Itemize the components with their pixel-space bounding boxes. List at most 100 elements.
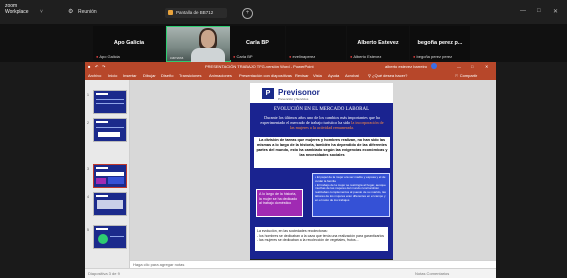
participant-tile[interactable]: begoña perez p... ● begoña perez perez xyxy=(410,26,470,60)
participant-name: Carla BP xyxy=(246,40,269,46)
thumb-text xyxy=(96,127,124,128)
minimize-icon[interactable]: — xyxy=(520,8,526,14)
slide-number: 5 xyxy=(87,228,89,232)
thumb-text xyxy=(96,99,124,100)
participant-label-text: Carla BP xyxy=(236,54,253,59)
mic-muted-icon: ● xyxy=(413,54,416,59)
participant-name: Apo Galicia xyxy=(113,40,145,46)
ribbon-tabs: Archivo Inicio Insertar Dibujar Diseño T… xyxy=(85,71,496,80)
current-slide[interactable]: P Previsonor Prevención y Servicios EVOL… xyxy=(250,83,393,267)
thumb-box xyxy=(96,172,124,176)
close-icon[interactable]: ✕ xyxy=(553,8,558,15)
participant-name: Alberto Estevez xyxy=(357,40,399,46)
thumb-box xyxy=(108,177,124,184)
evolution-line: - las mujeres se dedicaban a la recolecc… xyxy=(257,238,359,243)
tab-vista[interactable]: Vista xyxy=(313,73,322,78)
tab-ayuda[interactable]: Ayuda xyxy=(328,73,339,78)
previsonor-logo-icon: P xyxy=(262,88,274,99)
thumb-box xyxy=(98,132,120,137)
participant-label: ● evelinaperez xyxy=(289,54,315,59)
meeting-label[interactable]: Reunión xyxy=(78,9,97,15)
thumb-title xyxy=(96,121,108,123)
zoom-logo[interactable]: zoom Workplace xyxy=(5,3,29,15)
tab-dibujar[interactable]: Dibujar xyxy=(143,73,156,78)
participant-label-text: Alberto Estevez xyxy=(353,54,382,59)
maximize-icon[interactable]: □ xyxy=(471,64,473,69)
tab-insertar[interactable]: Insertar xyxy=(123,73,137,78)
chevron-down-icon[interactable]: ˅ xyxy=(40,9,43,15)
close-icon[interactable]: ✕ xyxy=(485,64,488,69)
tab-revisar[interactable]: Revisar xyxy=(295,73,309,78)
document-title: PRESENTACIÓN TRABAJO TFG-versión Word - … xyxy=(205,64,314,69)
participant-tile[interactable]: Alberto Estevez ● Alberto Estevez xyxy=(347,26,409,60)
participant-label-text: begoña perez perez xyxy=(416,54,453,59)
evolution-box: La evolución, en las sociedades recolect… xyxy=(255,227,388,251)
slide-canvas[interactable]: P Previsonor Prevención y Servicios EVOL… xyxy=(130,80,496,268)
avatar[interactable] xyxy=(431,63,437,69)
share-label: Compartir xyxy=(459,73,478,78)
participant-video-tile[interactable]: camara xyxy=(166,26,231,62)
history-box: A lo largo de la historia, la mujer se h… xyxy=(256,189,303,217)
mic-muted-icon: ● xyxy=(233,54,236,59)
participants-strip: Apo Galicia ● Apo Galicia camara Carla B… xyxy=(0,24,567,62)
thumb-title xyxy=(96,167,108,169)
slide-title: EVOLUCIÓN EN EL MERCADO LABORAL xyxy=(273,107,370,112)
tab-inicio[interactable]: Inicio xyxy=(108,73,117,78)
participant-label-text: evelinaperez xyxy=(292,54,316,59)
tab-archivo[interactable]: Archivo xyxy=(88,73,101,78)
thumb-title xyxy=(96,195,108,197)
thumb-box xyxy=(96,178,106,184)
person-face xyxy=(201,30,215,48)
tab-transiciones[interactable]: Transiciones xyxy=(179,73,202,78)
participant-label-text: Apo Galicia xyxy=(99,54,120,59)
slide-logo-area: P Previsonor Prevención y Servicios xyxy=(250,83,393,103)
slide-thumbnail[interactable] xyxy=(93,90,127,114)
slide-number: 4 xyxy=(87,195,89,199)
user-name[interactable]: alberto estevez barreiro xyxy=(385,64,427,69)
tell-me-label: ¿Qué desea hacer? xyxy=(372,73,408,78)
ppt-title-bar: ■ ↶ ↷ PRESENTACIÓN TRABAJO TFG-versión W… xyxy=(85,62,496,71)
zoom-logo-subtext: Workplace xyxy=(5,9,29,15)
thumb-text xyxy=(110,236,124,237)
thumb-box xyxy=(97,200,123,209)
thumb-chart xyxy=(98,234,108,244)
tab-animaciones[interactable]: Animaciones xyxy=(209,73,232,78)
brand-subtitle: Prevención y Servicios xyxy=(278,97,309,101)
women-role-bullet: • El trabajo de la mujer se restringía a… xyxy=(315,182,386,202)
slide-thumbnail[interactable] xyxy=(93,225,127,249)
meeting-icon: ⚙ xyxy=(68,9,74,15)
save-icon[interactable]: ■ xyxy=(88,64,90,69)
maximize-icon[interactable]: □ xyxy=(537,8,541,14)
person-body xyxy=(191,48,225,62)
participant-tile[interactable]: ● evelinaperez xyxy=(286,26,346,60)
tell-me-search[interactable]: ⚲ ¿Qué desea hacer? xyxy=(368,73,407,78)
slide-thumbnail[interactable] xyxy=(93,192,127,216)
minimize-icon[interactable]: — xyxy=(457,64,461,69)
participant-tile[interactable]: Apo Galicia ● Apo Galicia xyxy=(93,26,165,60)
thumb-title xyxy=(96,93,108,95)
share-button[interactable]: ⚐ Compartir xyxy=(455,73,477,78)
participant-label: ● Apo Galicia xyxy=(96,54,120,59)
participant-label: ● begoña perez perez xyxy=(413,54,452,59)
slide-intro-paragraph: Durante los últimos años uno de los camb… xyxy=(258,115,386,130)
undo-icon[interactable]: ↶ xyxy=(95,64,98,69)
slide-thumbnail[interactable] xyxy=(93,118,127,142)
participant-tile[interactable]: Carla BP ● Carla BP xyxy=(230,26,285,60)
tab-diseno[interactable]: Diseño xyxy=(161,73,173,78)
view-controls[interactable]: Notas Comentarios xyxy=(415,271,449,276)
share-tab-icon xyxy=(168,10,173,15)
women-role-box: • El papel de la mujer era ser madre y e… xyxy=(312,173,390,217)
slide-thumbnail-selected[interactable] xyxy=(93,164,127,188)
tab-presentacion[interactable]: Presentación con diapositivas xyxy=(239,73,292,78)
add-icon[interactable]: + xyxy=(242,8,253,19)
division-tareas-box: La división de tareas que mujeres y homb… xyxy=(254,137,390,168)
thumb-title xyxy=(96,228,108,230)
slide-number: 2 xyxy=(87,121,89,125)
mic-muted-icon: ● xyxy=(289,54,292,59)
participant-name: begoña perez p... xyxy=(417,40,463,46)
slide-thumbnails-pane: 1 2 3 4 5 xyxy=(85,80,130,268)
tab-acrobat[interactable]: Acrobat xyxy=(345,73,359,78)
redo-icon[interactable]: ↷ xyxy=(102,64,105,69)
brand-name: Previsonor xyxy=(278,88,320,97)
participant-label-text: camara xyxy=(170,55,184,60)
